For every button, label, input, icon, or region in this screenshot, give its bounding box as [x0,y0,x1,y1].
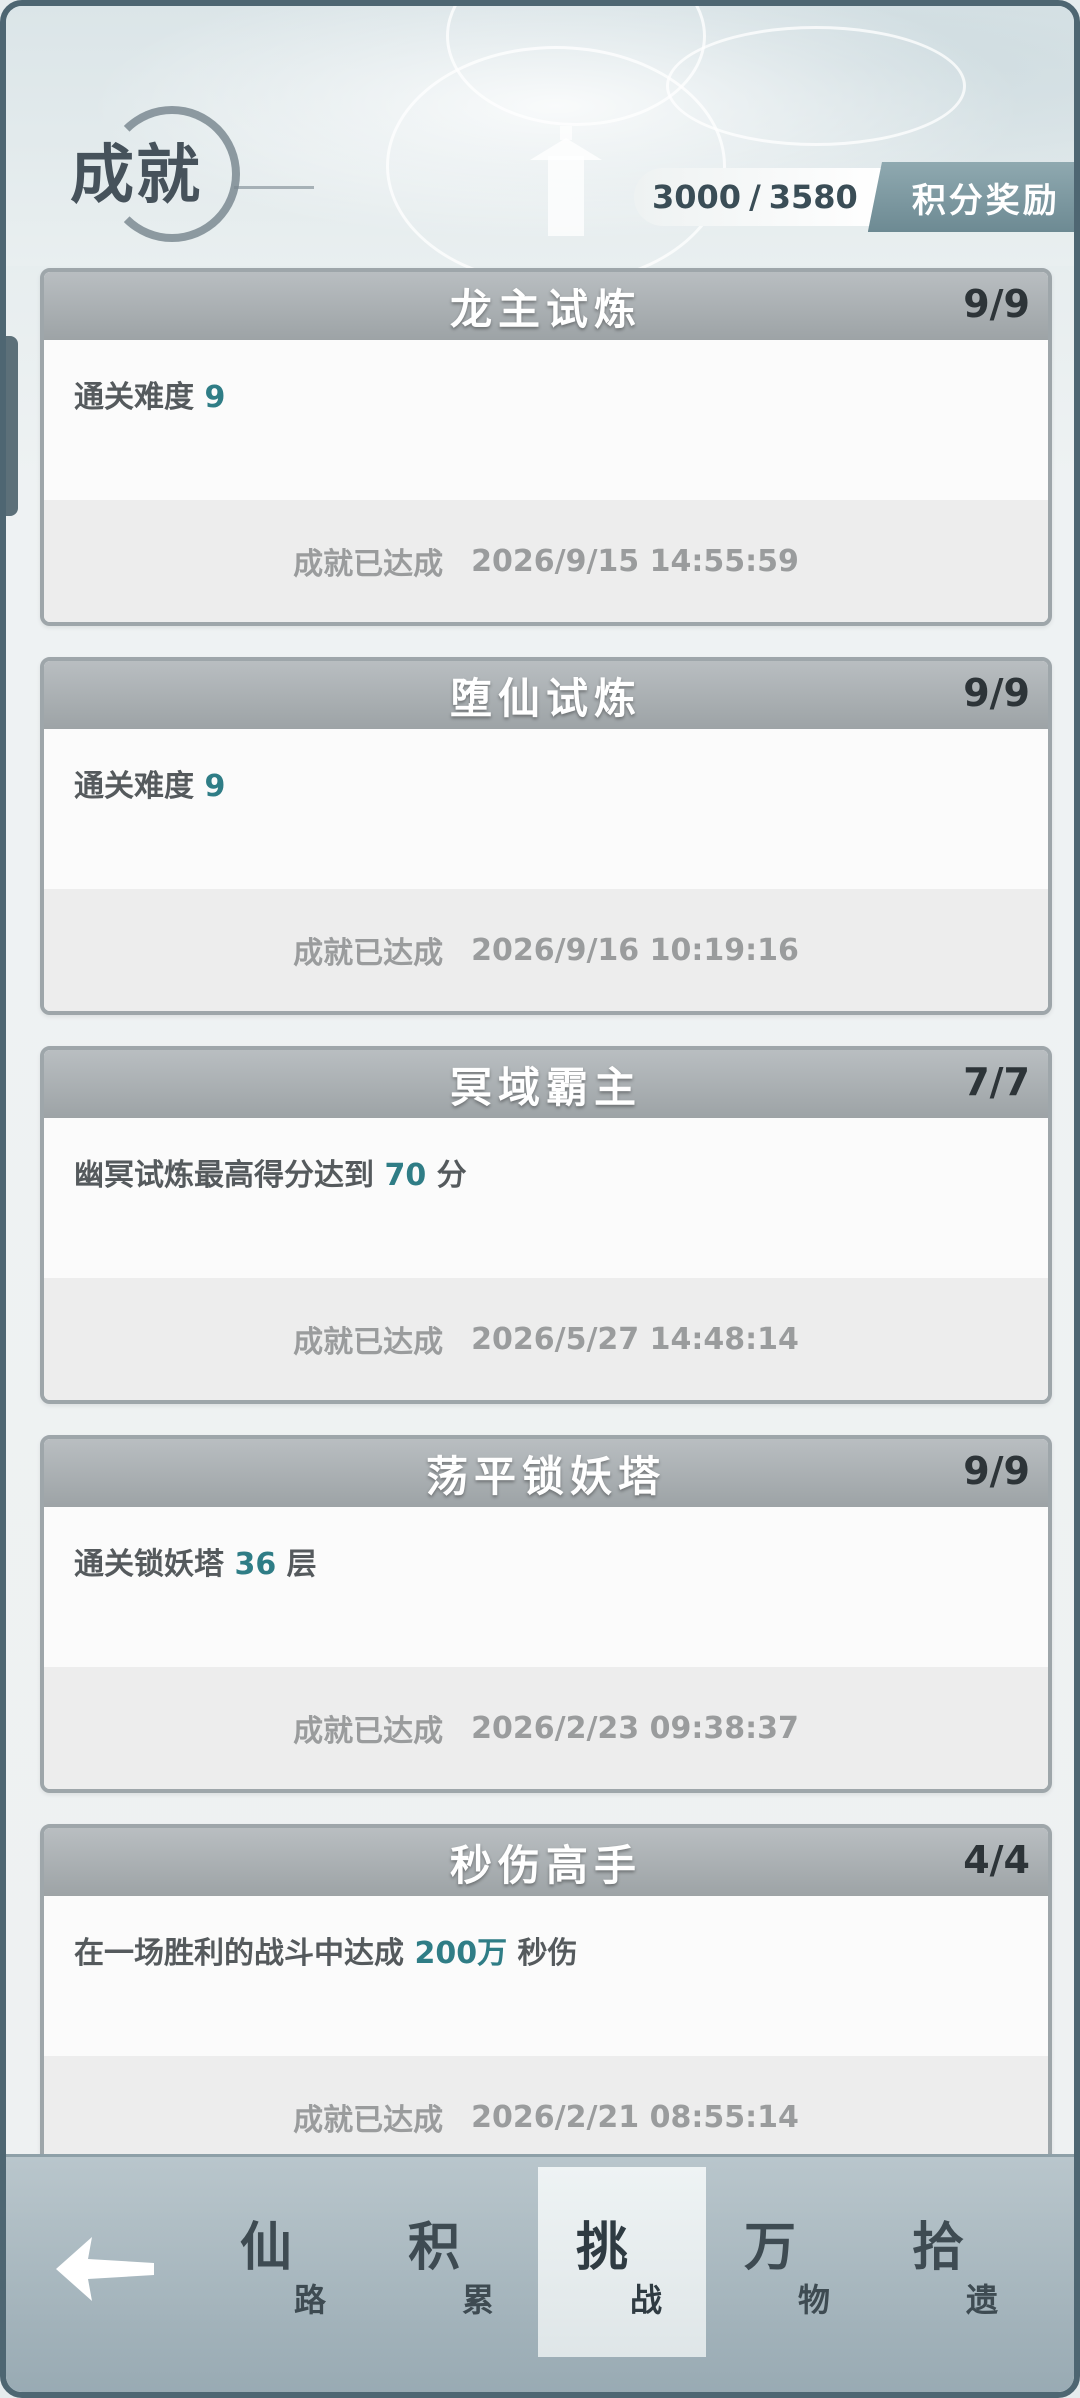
back-arrow-icon [56,2237,154,2301]
card-body: 通关难度 9 [44,340,1048,500]
card-footer: 成就已达成 2026/9/15 14:55:59 [44,500,1048,622]
pagoda-silhouette [530,126,602,236]
bottom-nav-bar: 仙 路 积 累 挑 战 万 物 拾 遗 [6,2154,1074,2392]
card-body: 幽冥试炼最高得分达到 70 分 [44,1118,1048,1278]
tab-label-main: 挑 [576,2217,629,2278]
card-header: 龙主试炼 9/9 [44,272,1048,340]
reward-button[interactable]: 积分奖励 [867,162,1074,232]
desc-value: 36 [234,1547,277,1582]
achievement-time: 2026/9/15 14:55:59 [471,543,799,579]
card-header: 冥域霸主 7/7 [44,1050,1048,1118]
desc-suffix: 分 [426,1158,467,1193]
tab-wanwu[interactable]: 万 物 [706,2167,874,2357]
achievement-description: 通关难度 9 [74,761,225,805]
achievement-progress: 7/7 [963,1060,1030,1104]
card-header: 荡平锁妖塔 9/9 [44,1439,1048,1507]
achievement-title: 荡平锁妖塔 [425,1451,666,1501]
achievement-card[interactable]: 冥域霸主 7/7 幽冥试炼最高得分达到 70 分 成就已达成 2026/5/27 … [40,1046,1052,1404]
tab-label-main: 仙 [240,2217,293,2278]
back-button[interactable] [50,2229,160,2309]
achievement-description: 在一场胜利的战斗中达成 200万 秒伤 [74,1928,578,1972]
achievement-status: 成就已达成 [293,547,444,582]
card-body: 在一场胜利的战斗中达成 200万 秒伤 [44,1896,1048,2056]
title-line-ornament [234,186,314,189]
tab-label-sub: 遗 [966,2281,999,2319]
achievement-status: 成就已达成 [293,2103,444,2138]
achievement-status: 成就已达成 [293,1325,444,1360]
page-title-badge: 成就 [64,106,314,246]
tab-shiyi[interactable]: 拾 遗 [874,2167,1042,2357]
achievement-description: 通关锁妖塔 36 层 [74,1539,317,1583]
achievement-progress: 9/9 [963,282,1030,326]
achievement-card[interactable]: 荡平锁妖塔 9/9 通关锁妖塔 36 层 成就已达成 2026/2/23 09:3… [40,1435,1052,1793]
tab-label-sub: 路 [294,2281,327,2319]
achievement-card[interactable]: 堕仙试炼 9/9 通关难度 9 成就已达成 2026/9/16 10:19:16 [40,657,1052,1015]
card-body: 通关难度 9 [44,729,1048,889]
desc-text: 通关难度 [74,380,205,415]
achievement-progress: 4/4 [963,1838,1030,1882]
tab-xianlu[interactable]: 仙 路 [202,2167,370,2357]
card-body: 通关锁妖塔 36 层 [44,1507,1048,1667]
tab-label-sub: 累 [462,2281,495,2319]
cloud-swirl [666,26,966,146]
achievement-status: 成就已达成 [293,936,444,971]
achievement-title: 冥域霸主 [449,1062,642,1112]
achievement-time: 2026/9/16 10:19:16 [471,932,799,968]
tab-label-sub: 物 [798,2281,831,2319]
app-frame: 成就 3000 / 3580 积分奖励 龙主试炼 9/9 通关难度 9 成就已达… [0,0,1080,2398]
achievement-card[interactable]: 龙主试炼 9/9 通关难度 9 成就已达成 2026/9/15 14:55:59 [40,268,1052,626]
tab-label-main: 积 [408,2217,461,2278]
desc-value: 200万 [414,1936,508,1971]
side-drawer-handle[interactable] [6,336,18,516]
achievement-time: 2026/5/27 14:48:14 [471,1321,799,1357]
achievement-card[interactable]: 秒伤高手 4/4 在一场胜利的战斗中达成 200万 秒伤 成就已达成 2026/2… [40,1824,1052,2182]
achievement-time: 2026/2/23 09:38:37 [471,1710,799,1746]
achievement-time: 2026/2/21 08:55:14 [471,2099,799,2135]
tab-tiaozhan[interactable]: 挑 战 [538,2167,706,2357]
card-footer: 成就已达成 2026/9/16 10:19:16 [44,889,1048,1011]
desc-text: 在一场胜利的战斗中达成 [74,1936,415,1971]
achievement-title: 堕仙试炼 [449,673,642,723]
achievement-title: 秒伤高手 [449,1840,642,1890]
desc-text: 通关难度 [74,769,205,804]
score-bar: 3000 / 3580 积分奖励 [634,162,1074,232]
achievement-description: 通关难度 9 [74,372,225,416]
desc-value: 9 [204,380,226,415]
achievement-progress: 9/9 [963,671,1030,715]
desc-value: 9 [204,769,226,804]
card-header: 秒伤高手 4/4 [44,1828,1048,1896]
card-footer: 成就已达成 2026/2/23 09:38:37 [44,1667,1048,1789]
achievement-description: 幽冥试炼最高得分达到 70 分 [74,1150,467,1194]
achievement-title: 龙主试炼 [449,284,642,334]
score-current: 3000 [652,178,742,216]
desc-text: 幽冥试炼最高得分达到 [74,1158,385,1193]
desc-text: 通关锁妖塔 [74,1547,235,1582]
desc-suffix: 秒伤 [507,1936,578,1971]
tab-label-sub: 战 [630,2281,663,2319]
desc-suffix: 层 [276,1547,317,1582]
score-separator: / [749,178,761,216]
tab-label-main: 拾 [912,2217,965,2278]
card-header: 堕仙试炼 9/9 [44,661,1048,729]
tab-jilei[interactable]: 积 累 [370,2167,538,2357]
score-display: 3000 / 3580 [634,168,882,226]
page-title: 成就 [70,139,202,213]
tab-label-main: 万 [744,2217,797,2278]
achievement-status: 成就已达成 [293,1714,444,1749]
desc-value: 70 [384,1158,427,1193]
score-total: 3580 [768,178,858,216]
card-footer: 成就已达成 2026/5/27 14:48:14 [44,1278,1048,1400]
achievement-progress: 9/9 [963,1449,1030,1493]
